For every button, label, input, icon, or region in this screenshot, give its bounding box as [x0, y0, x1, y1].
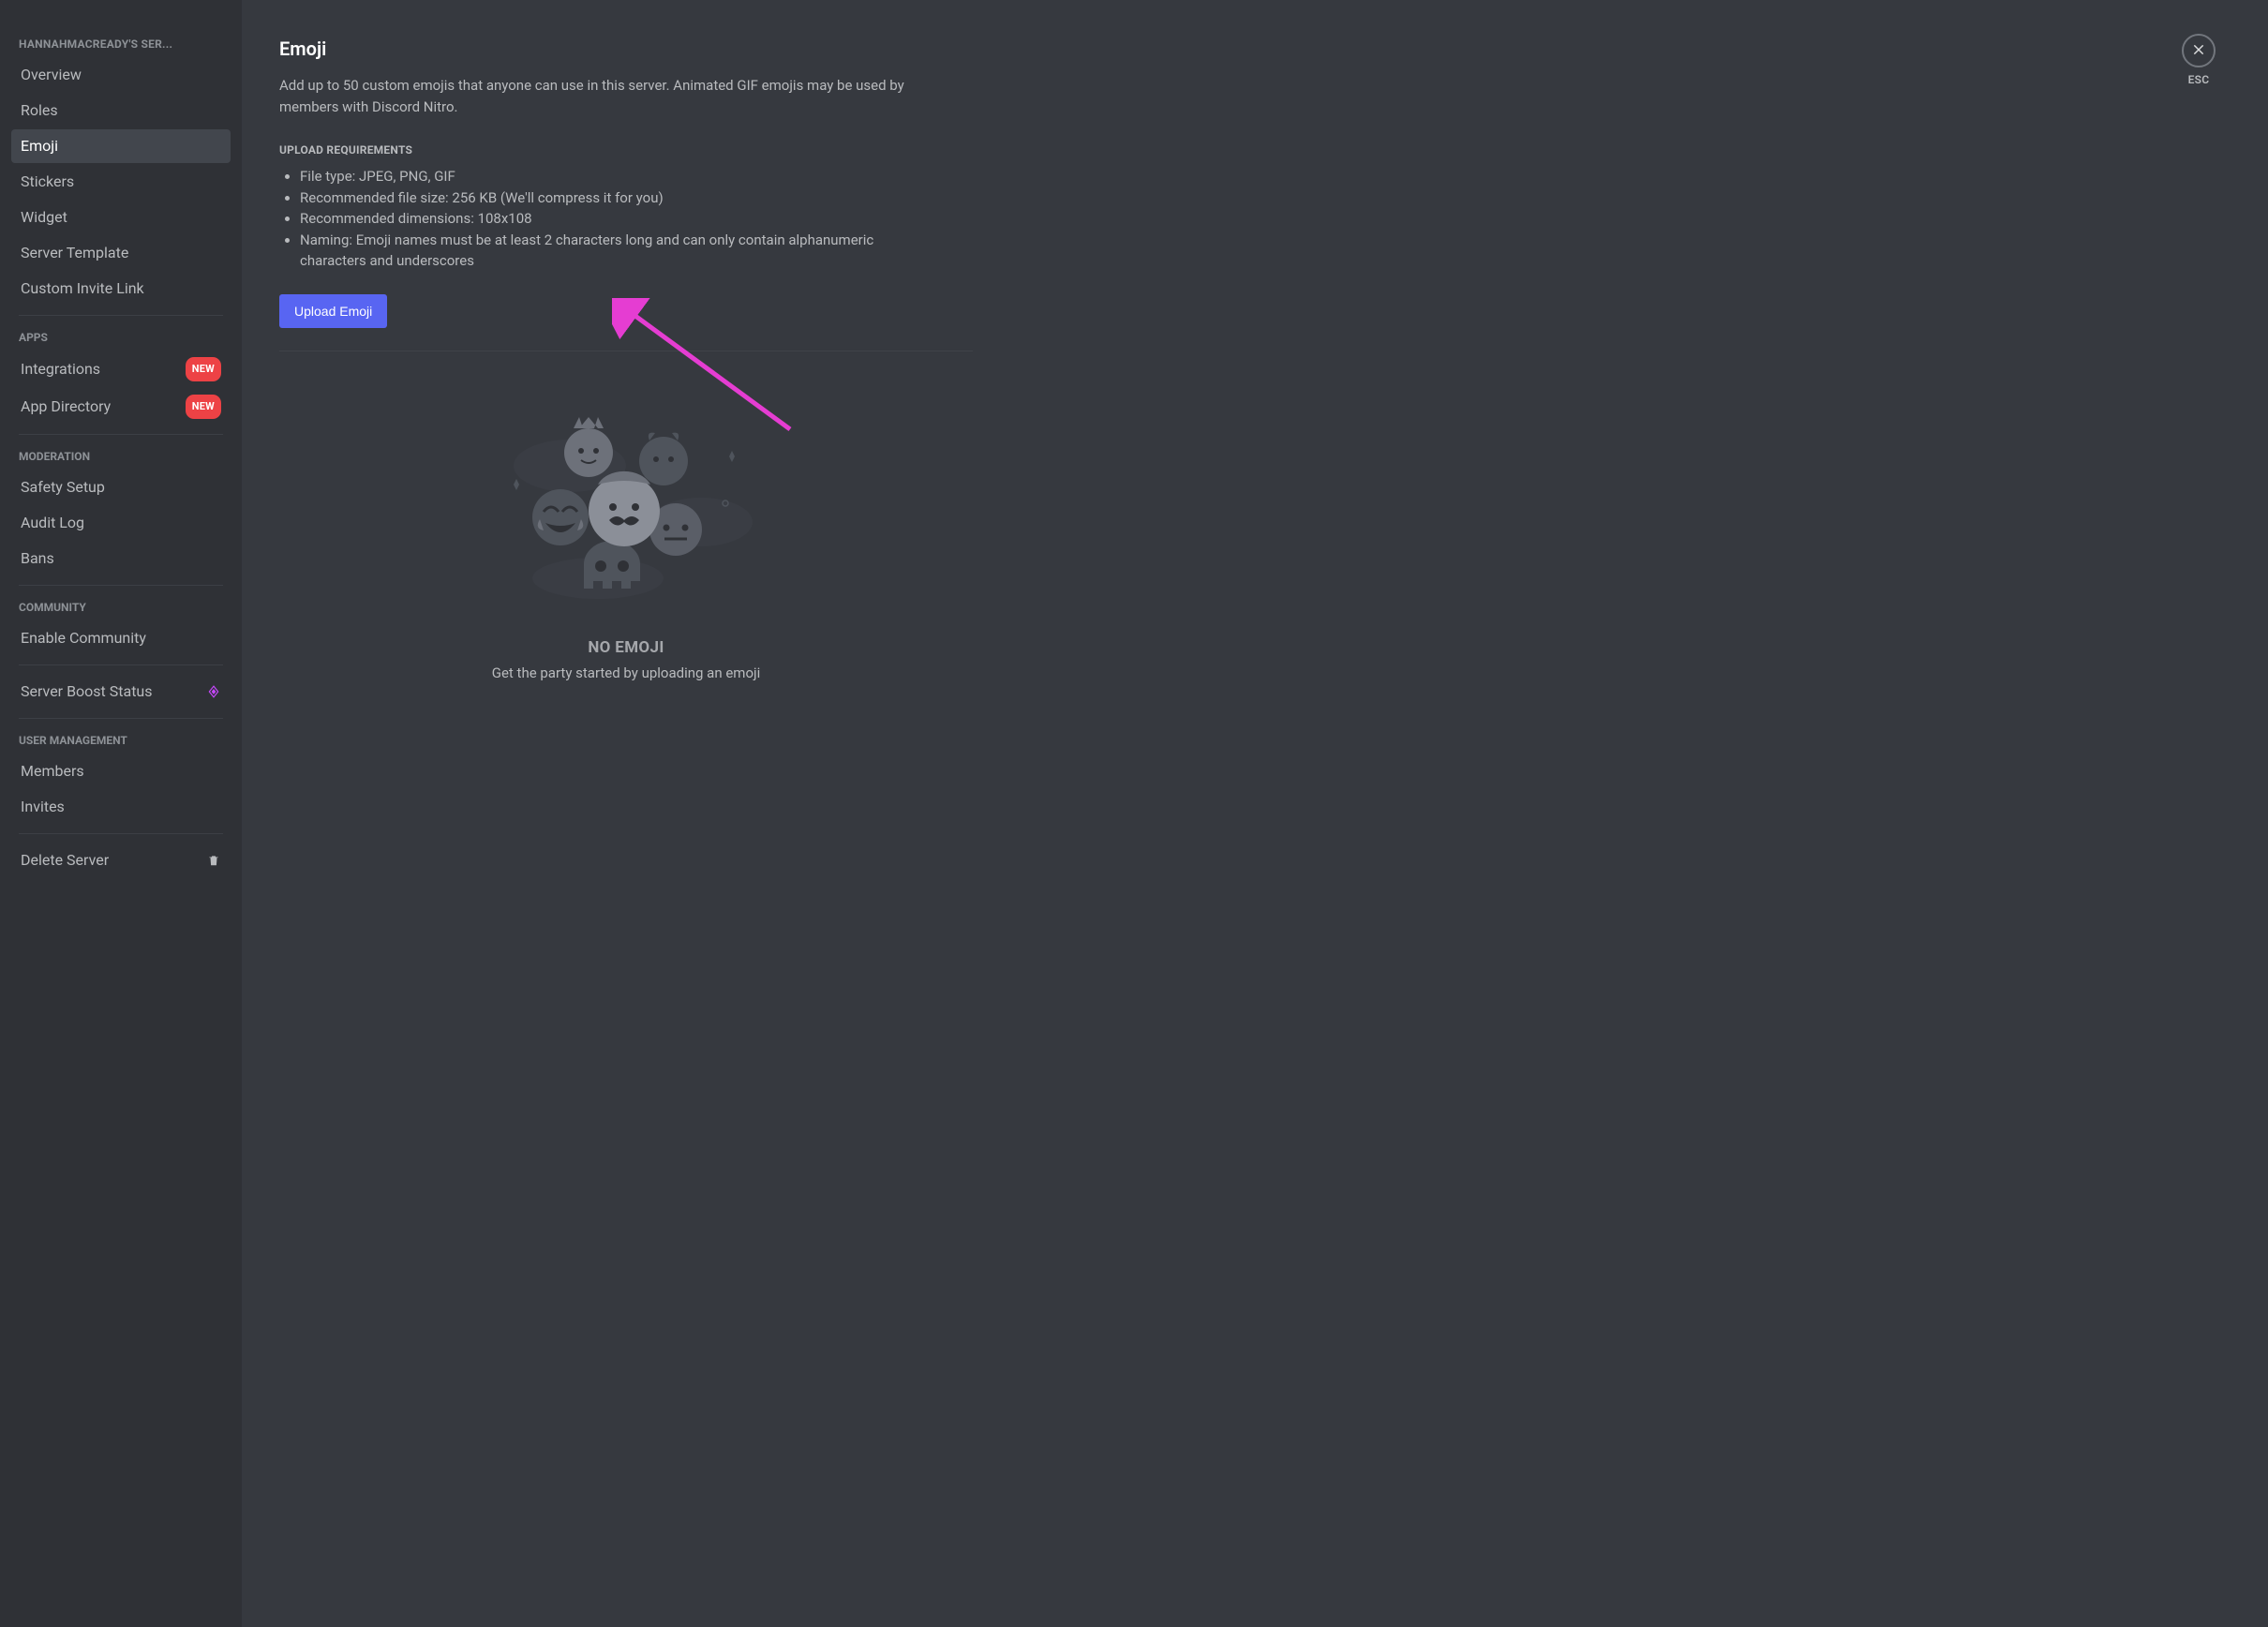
sidebar-item-label: Server Boost Status: [21, 680, 206, 703]
sidebar-item-label: Widget: [21, 206, 221, 229]
divider: [19, 585, 223, 586]
requirements-list: File type: JPEG, PNG, GIF Recommended fi…: [279, 166, 935, 272]
sidebar-item-custom-invite-link[interactable]: Custom Invite Link: [11, 272, 231, 306]
divider: [19, 664, 223, 665]
sidebar-item-safety-setup[interactable]: Safety Setup: [11, 470, 231, 504]
sidebar-item-label: Integrations: [21, 358, 186, 381]
requirement-item: Naming: Emoji names must be at least 2 c…: [300, 230, 935, 272]
sidebar-item-label: Safety Setup: [21, 476, 221, 499]
sidebar-item-label: Enable Community: [21, 627, 221, 649]
sidebar-item-label: Bans: [21, 547, 221, 570]
sidebar-item-app-directory[interactable]: App Directory NEW: [11, 389, 231, 425]
divider: [19, 315, 223, 316]
sidebar-item-label: Roles: [21, 99, 221, 122]
section-header-moderation: MODERATION: [11, 444, 231, 469]
empty-state: NO EMOJI Get the party started by upload…: [279, 381, 973, 719]
content-inner: Emoji Add up to 50 custom emojis that an…: [279, 37, 973, 719]
requirement-item: Recommended dimensions: 108x108: [300, 208, 935, 230]
sidebar-item-label: Server Template: [21, 242, 221, 264]
trash-icon: [206, 853, 221, 868]
divider: [19, 718, 223, 719]
close-icon: [2191, 42, 2206, 60]
section-header-user-management: USER MANAGEMENT: [11, 728, 231, 753]
sidebar-item-label: Emoji: [21, 135, 221, 157]
app-root: HANNAHMACREADY'S SER... Overview Roles E…: [0, 0, 2268, 1627]
sidebar-item-delete-server[interactable]: Delete Server: [11, 843, 231, 877]
sidebar-item-invites[interactable]: Invites: [11, 790, 231, 824]
close-wrap: ESC: [2182, 34, 2216, 86]
new-badge: NEW: [186, 395, 221, 419]
requirements-header: UPLOAD REQUIREMENTS: [279, 143, 973, 157]
section-header-community: COMMUNITY: [11, 595, 231, 619]
boost-icon: [206, 684, 221, 699]
sidebar-item-emoji[interactable]: Emoji: [11, 129, 231, 163]
content-area: Emoji Add up to 50 custom emojis that an…: [242, 0, 2268, 1627]
settings-sidebar: HANNAHMACREADY'S SER... Overview Roles E…: [0, 0, 242, 1627]
divider: [19, 833, 223, 834]
requirement-item: File type: JPEG, PNG, GIF: [300, 166, 935, 187]
page-title: Emoji: [279, 37, 973, 60]
server-name-header: HANNAHMACREADY'S SER...: [11, 37, 231, 56]
sidebar-item-enable-community[interactable]: Enable Community: [11, 621, 231, 655]
sidebar-item-roles[interactable]: Roles: [11, 94, 231, 127]
sidebar-item-members[interactable]: Members: [11, 754, 231, 788]
sidebar-item-label: Stickers: [21, 171, 221, 193]
sidebar-item-label: Delete Server: [21, 849, 206, 872]
sidebar-item-label: Audit Log: [21, 512, 221, 534]
requirement-item: Recommended file size: 256 KB (We'll com…: [300, 187, 935, 209]
upload-emoji-button[interactable]: Upload Emoji: [279, 294, 387, 328]
sidebar-item-stickers[interactable]: Stickers: [11, 165, 231, 199]
divider: [19, 434, 223, 435]
page-description: Add up to 50 custom emojis that anyone c…: [279, 75, 935, 117]
sidebar-item-label: Invites: [21, 796, 221, 818]
sidebar-item-server-boost-status[interactable]: Server Boost Status: [11, 675, 231, 709]
sidebar-item-server-template[interactable]: Server Template: [11, 236, 231, 270]
sidebar-item-bans[interactable]: Bans: [11, 542, 231, 575]
empty-state-art: [495, 400, 757, 616]
sidebar-item-overview[interactable]: Overview: [11, 58, 231, 92]
sidebar-item-widget[interactable]: Widget: [11, 201, 231, 234]
sidebar-item-audit-log[interactable]: Audit Log: [11, 506, 231, 540]
sidebar-item-label: App Directory: [21, 396, 186, 418]
esc-label: ESC: [2188, 73, 2210, 86]
new-badge: NEW: [186, 357, 221, 381]
empty-state-title: NO EMOJI: [588, 638, 664, 657]
sidebar-item-label: Overview: [21, 64, 221, 86]
sidebar-item-label: Custom Invite Link: [21, 277, 221, 300]
close-button[interactable]: [2182, 34, 2216, 67]
section-header-apps: APPS: [11, 325, 231, 350]
sidebar-item-integrations[interactable]: Integrations NEW: [11, 351, 231, 387]
empty-state-subtitle: Get the party started by uploading an em…: [492, 664, 761, 681]
sidebar-item-label: Members: [21, 760, 221, 783]
